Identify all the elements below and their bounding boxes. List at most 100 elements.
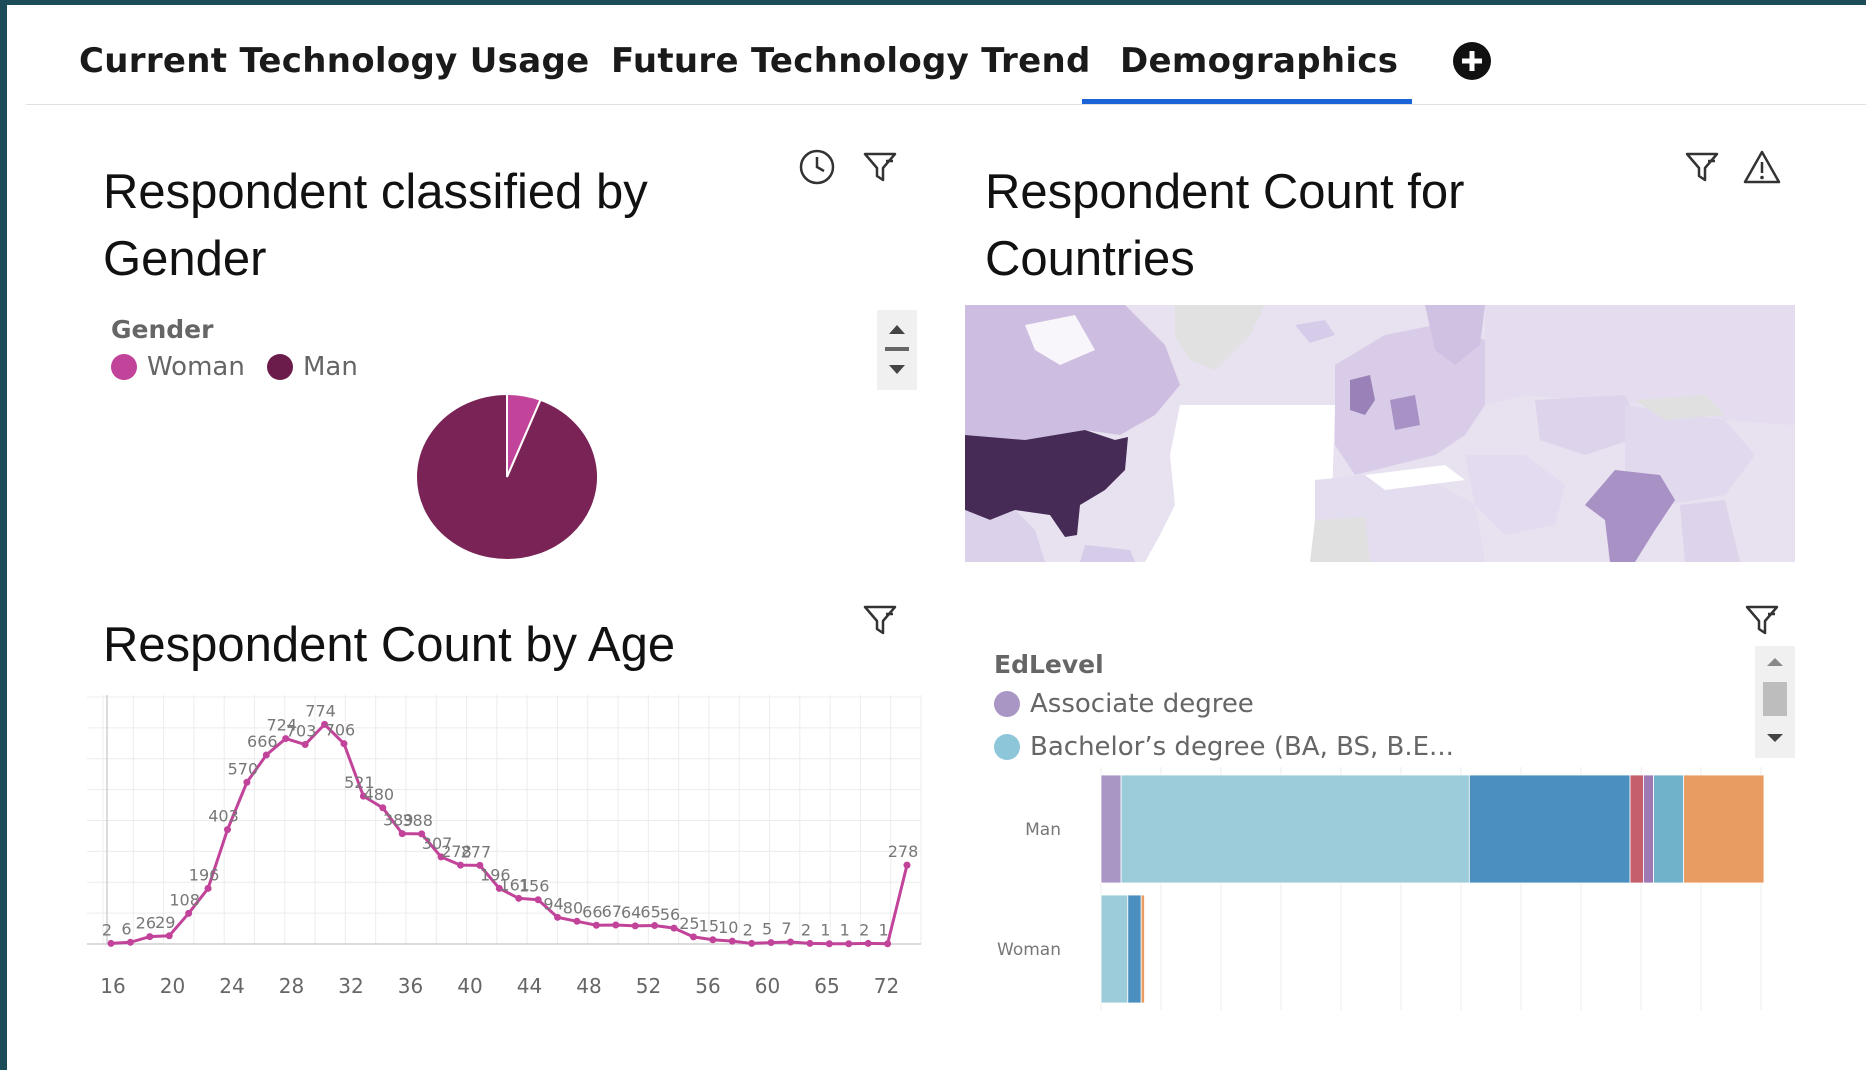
edlevel-legend-scrollbar[interactable] [1755,646,1795,758]
pie-slice-man[interactable] [415,392,599,561]
dashboard: Current Technology Usage Future Technolo… [7,5,1866,1070]
data-point[interactable] [767,939,775,947]
bar-segment[interactable] [1127,894,1142,1004]
tab-demographics[interactable]: Demographics [1120,41,1398,81]
scroll-up-icon [1767,658,1783,666]
edlevel-filter-button[interactable] [1741,599,1783,641]
bar-segment[interactable] [1629,774,1644,884]
data-label: 706 [325,721,356,740]
plus-circle-icon [1454,43,1490,79]
data-point[interactable] [903,861,911,869]
filter-icon [863,152,897,182]
legend-item-man[interactable]: Man [267,352,358,382]
legend-item-bachelors-degree[interactable]: Bachelor’s degree (BA, BS, B.E... [994,732,1454,762]
gender-legend-title: Gender [111,315,214,344]
data-point[interactable] [806,939,814,947]
bar-segment[interactable] [1468,774,1631,884]
data-point[interactable] [340,740,348,748]
data-point[interactable] [631,922,639,930]
data-point[interactable] [554,913,562,921]
data-point[interactable] [592,921,600,929]
bar-segment[interactable] [1683,774,1765,884]
bar-segment[interactable] [1140,894,1145,1004]
gender-title-line1: Respondent classified by [103,165,648,219]
associate-degree-swatch [994,691,1020,717]
data-label: 2 [859,920,869,939]
man-swatch [267,354,293,380]
data-point[interactable] [515,894,523,902]
age-line-chart[interactable]: 16 20 24 28 32 36 40 44 48 52 56 60 65 722 6 26 29108196… [77,690,927,1010]
bar-segment[interactable] [1653,774,1685,884]
data-point[interactable] [107,939,115,947]
tab-bar: Current Technology Usage Future Technolo… [26,5,1866,105]
data-point[interactable] [651,922,659,930]
data-point[interactable] [165,932,173,940]
data-label: 1 [878,921,888,940]
age-filter-button[interactable] [859,599,901,641]
x-tick-label: 52 [636,974,661,998]
data-point[interactable] [748,939,756,947]
data-point[interactable] [126,938,134,946]
scroll-thumb [1763,682,1787,716]
data-label: 66 [582,902,602,921]
clock-button[interactable] [796,146,838,188]
data-point[interactable] [612,921,620,929]
bar-segment[interactable] [1100,774,1122,884]
add-tab-button[interactable] [1453,42,1491,80]
data-label: 5 [762,920,772,939]
legend-item-associate-degree[interactable]: Associate degree [994,689,1254,719]
data-point[interactable] [534,896,542,904]
data-point[interactable] [456,861,464,869]
bar-segment[interactable] [1100,894,1129,1004]
tab-future-technology-trend[interactable]: Future Technology Trend [611,41,1091,81]
gender-pie-chart[interactable] [407,390,607,570]
countries-filter-button[interactable] [1681,146,1723,188]
data-label: 7 [781,919,791,938]
x-tick-label: 40 [457,974,482,998]
edlevel-legend-title: EdLevel [994,650,1104,679]
gender-legend-scrollbar[interactable] [877,310,917,390]
data-label: 65 [640,903,660,922]
data-point[interactable] [689,933,697,941]
data-point[interactable] [825,940,833,948]
countries-map[interactable] [965,305,1795,562]
data-point[interactable] [301,741,309,749]
bar-segment[interactable] [1120,774,1470,884]
data-label: 10 [718,918,738,937]
x-tick-label: 72 [874,974,899,998]
data-point[interactable] [864,939,872,947]
x-tick-label: 65 [814,974,839,998]
data-point[interactable] [709,936,717,944]
legend-item-woman[interactable]: Woman [111,352,245,382]
data-point[interactable] [146,933,154,941]
filter-icon [1745,605,1779,635]
data-point[interactable] [845,940,853,948]
legend-label-woman: Woman [147,352,245,382]
x-tick-label: 36 [398,974,423,998]
tab-current-technology-usage[interactable]: Current Technology Usage [79,41,589,81]
data-label: 278 [888,842,919,861]
data-point[interactable] [398,830,406,838]
data-point[interactable] [243,778,251,786]
data-label: 1 [820,921,830,940]
bar-segment[interactable] [1643,774,1654,884]
age-tile-title: Respondent Count by Age [103,618,676,672]
data-point[interactable] [185,909,193,917]
data-point[interactable] [262,751,270,759]
gender-filter-button[interactable] [859,146,901,188]
data-point[interactable] [204,884,212,892]
data-label: 25 [679,914,699,933]
data-point[interactable] [787,938,795,946]
x-tick-label: 48 [576,974,601,998]
warning-button[interactable] [1741,146,1783,188]
data-label: 570 [228,759,259,778]
data-point[interactable] [223,826,231,834]
data-point[interactable] [884,940,892,948]
data-point[interactable] [573,917,581,925]
edlevel-stacked-bar-chart[interactable]: Man Woman [977,765,1797,1015]
data-label: 15 [699,917,719,936]
data-label: 67 [602,902,622,921]
data-point[interactable] [670,924,678,932]
data-label: 2 [102,920,112,939]
data-point[interactable] [728,937,736,945]
